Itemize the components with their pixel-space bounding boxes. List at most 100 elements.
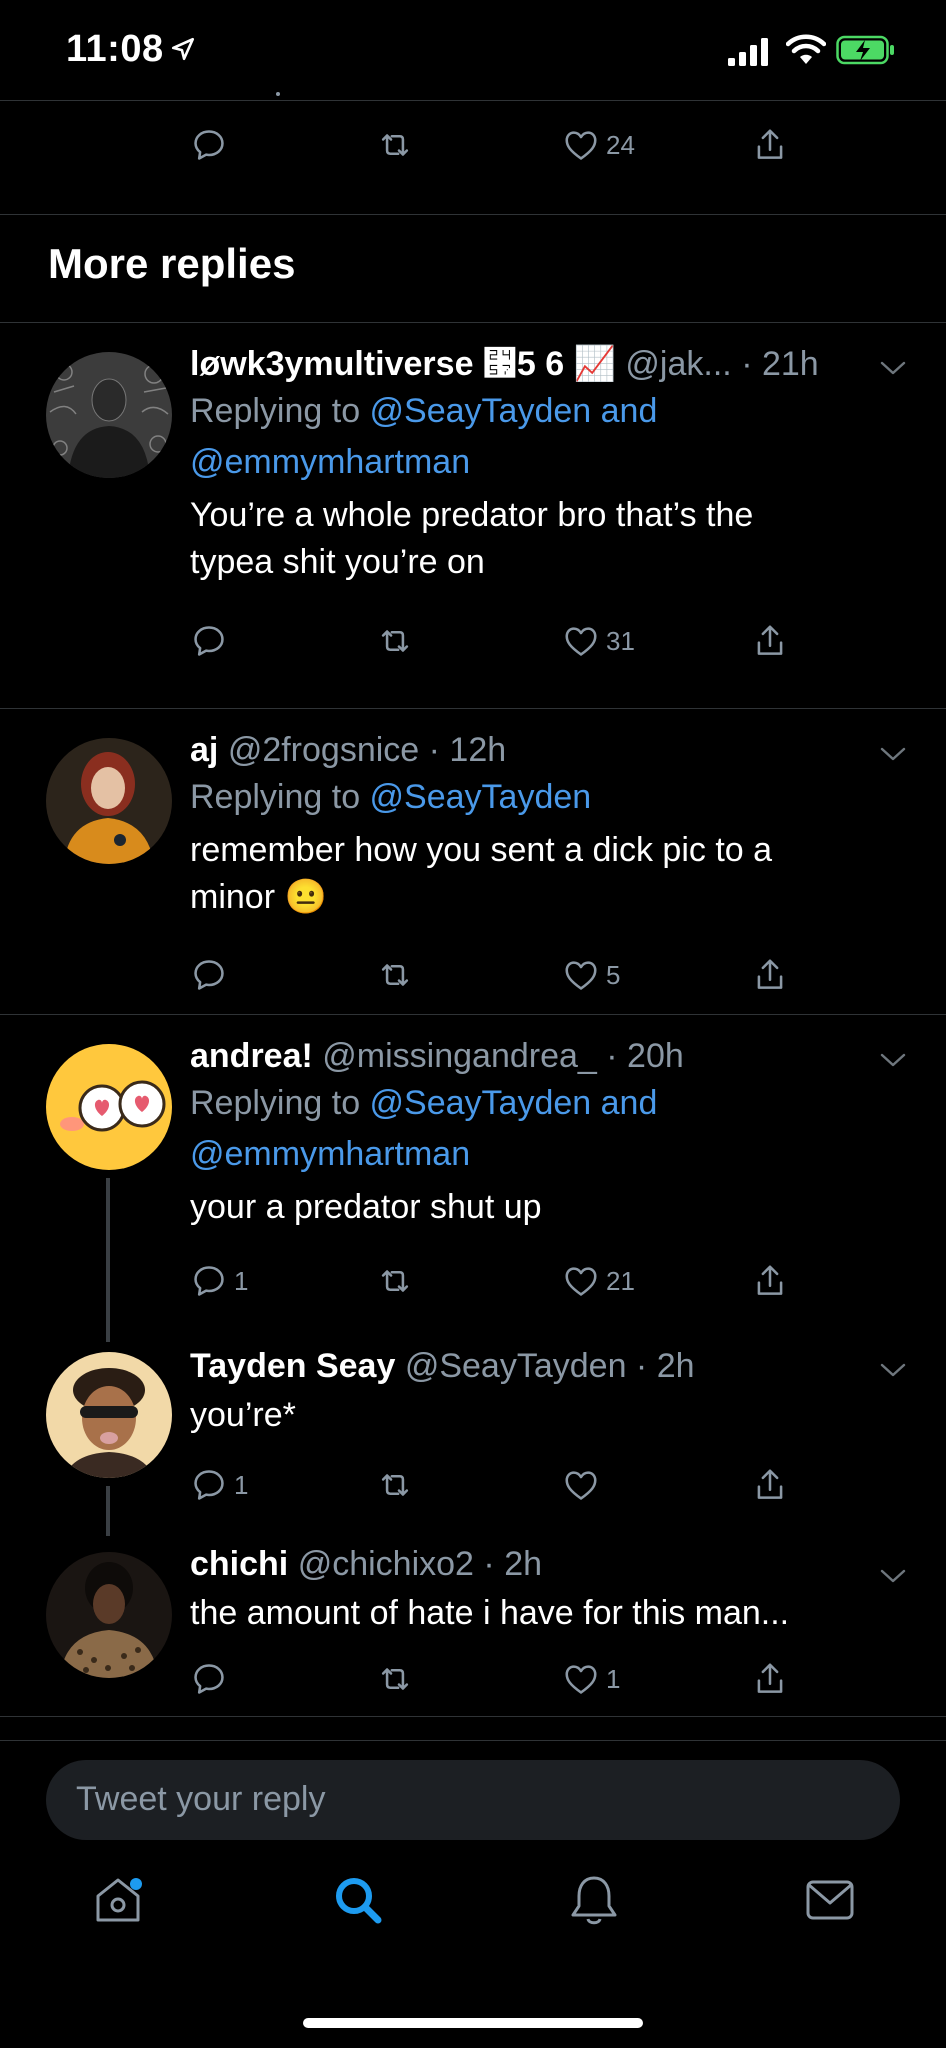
display-name[interactable]: løwk3ymultiverse ⑗5 6 📈 [190,345,616,383]
tweet-actions: 1 21 [0,1258,946,1304]
retweet-icon [381,134,409,156]
like-count: 1 [606,1663,621,1694]
user-handle[interactable]: @SeayTayden [405,1347,627,1385]
previous-tweet-actions: 24 [0,122,946,168]
timestamp: 2h [656,1347,695,1385]
reply-button[interactable] [190,1656,234,1702]
mention-link[interactable]: @emmymhartman [190,1135,470,1173]
tab-bar [0,1870,946,1980]
tweet-header: Tayden Seay @SeayTayden · 2h [190,1347,695,1385]
share-icon [757,1469,783,1499]
tweet-text: the amount of hate i have for this man..… [190,1594,790,1632]
reply-icon [194,1664,224,1694]
reply-icon [194,1470,224,1500]
display-name[interactable]: chichi [190,1545,288,1583]
tweet[interactable]: løwk3ymultiverse ⑗5 6 📈 @jak... · 21h Re… [0,322,946,708]
share-button[interactable] [751,1462,789,1508]
display-name[interactable]: Tayden Seay [190,1347,395,1385]
retweet-button[interactable] [376,618,414,664]
retweet-button[interactable] [376,952,414,998]
tweet-text: your a predator shut up [190,1188,542,1226]
heart-icon [565,1267,597,1296]
tweet[interactable]: aj @2frogsnice · 12h Replying to @SeayTa… [0,708,946,1014]
retweet-button[interactable] [376,1258,414,1304]
share-button[interactable] [751,122,789,168]
tab-messages[interactable] [800,1870,860,1930]
mention-link[interactable]: @SeayTayden [370,778,592,816]
retweet-button[interactable] [376,122,414,168]
reply-input[interactable]: Tweet your reply [46,1760,900,1840]
like-count: 24 [606,129,635,160]
like-button[interactable]: 24 [562,122,635,168]
like-button[interactable]: 5 [562,952,620,998]
divider [0,1740,946,1741]
home-indicator[interactable] [303,2018,643,2028]
tweet-text: you’re* [190,1396,296,1434]
tweet-header: chichi @chichixo2 · 2h [190,1545,543,1583]
reply-button[interactable]: 1 [190,1258,248,1304]
avatar[interactable] [46,738,172,864]
like-button[interactable] [562,1462,606,1508]
share-button[interactable] [751,618,789,664]
display-name[interactable]: aj [190,731,218,769]
avatar[interactable] [46,352,172,478]
mention-link[interactable]: @SeayTayden and [370,392,658,430]
share-icon [757,1663,783,1693]
replying-to: Replying to @SeayTayden [190,778,592,816]
divider [0,214,946,215]
mention-link[interactable]: @SeayTayden and [370,1084,658,1122]
user-handle[interactable]: @chichixo2 [298,1545,474,1583]
tweet-actions: 1 [0,1462,946,1508]
reply-placeholder: Tweet your reply [76,1780,326,1818]
reply-count: 1 [234,1469,249,1500]
tweet-header: løwk3ymultiverse ⑗5 6 📈 @jak... · 21h [190,345,819,383]
like-button[interactable]: 1 [562,1656,620,1702]
tab-search[interactable] [328,1870,388,1930]
share-icon [757,129,783,159]
timestamp: 21h [761,345,819,383]
retweet-button[interactable] [376,1462,414,1508]
reply-icon [194,960,224,990]
like-count: 21 [606,1265,635,1296]
tweet-text: You’re a whole predator bro that’s the ty… [190,496,754,581]
user-handle[interactable]: @2frogsnice [228,731,419,769]
retweet-button[interactable] [376,1656,414,1702]
divider [0,1716,946,1717]
like-button[interactable]: 31 [562,618,635,664]
tab-notifications[interactable] [564,1870,624,1930]
avatar[interactable] [46,1352,172,1478]
reply-icon [194,1266,224,1296]
tweet[interactable]: Tayden Seay @SeayTayden · 2h you’re* 1 [0,1336,946,1530]
reply-icon [194,626,224,656]
retweet-icon [381,1474,409,1496]
like-button[interactable]: 21 [562,1258,635,1304]
messages-icon [806,1880,854,1920]
share-button[interactable] [751,1258,789,1304]
display-name[interactable]: andrea! [190,1037,313,1075]
user-handle[interactable]: @jak... [625,345,731,383]
mention-link[interactable]: @emmymhartman [190,443,470,481]
avatar[interactable] [46,1044,172,1170]
heart-icon [565,961,597,990]
reply-button[interactable] [190,618,234,664]
heart-icon [565,1665,597,1694]
previous-tweet-fragment [276,92,280,96]
tweet-header: andrea! @missingandrea_ · 20h [190,1037,684,1075]
tweet-actions: 31 [0,618,946,664]
tweet[interactable]: andrea! @missingandrea_ · 20h Replying t… [0,1014,946,1336]
section-title: More replies [48,240,296,287]
timestamp: 20h [627,1037,684,1075]
divider [0,100,946,101]
user-handle[interactable]: @missingandrea_ [322,1037,597,1075]
notification-dot [130,1878,142,1890]
tweet[interactable]: chichi @chichixo2 · 2h the amount of hat… [0,1530,946,1716]
battery-charging-icon [836,35,894,65]
share-button[interactable] [751,1656,789,1702]
reply-button[interactable] [190,952,234,998]
share-button[interactable] [751,952,789,998]
heart-icon [565,627,597,656]
reply-button[interactable] [190,122,228,168]
reply-button[interactable]: 1 [190,1462,248,1508]
cell-signal-icon [728,38,768,66]
tweet-actions: 1 [0,1656,946,1702]
